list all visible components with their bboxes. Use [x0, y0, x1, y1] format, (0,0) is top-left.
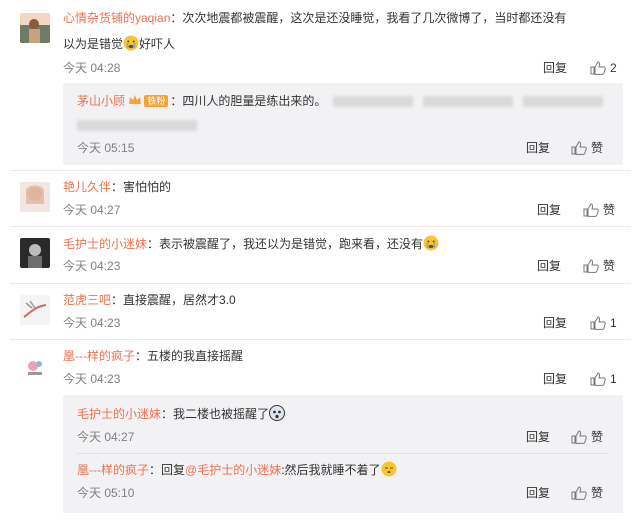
reply-button[interactable]: 回复: [543, 60, 567, 76]
reply-text: ：回复: [149, 463, 186, 477]
blurred-text: [523, 96, 603, 107]
thumbs-up-icon: [583, 203, 599, 217]
comment-text: ：次次地震都被震醒，这次是还没睡觉，我看了几次微博了，当时都还没有: [170, 11, 567, 25]
reply-button[interactable]: 回复: [543, 371, 567, 387]
reply-username[interactable]: 毛护士的小迷妹: [77, 407, 161, 421]
reply-username[interactable]: 凰---样的疯子: [77, 463, 149, 477]
reply-box: 毛护士的小迷妹：我二楼也被摇醒了 今天 04:27 回复 赞 凰---样的疯子：…: [63, 395, 623, 513]
reply-username[interactable]: 茅山小顾: [77, 94, 125, 108]
thumbs-up-icon: [590, 316, 606, 330]
comment-item: 毛护士的小迷妹：表示被震醒了，我还以为是错觉，跑来看，还没有 今天 04:23 …: [0, 226, 641, 282]
mention-link[interactable]: @毛护士的小迷妹: [185, 463, 281, 477]
comment-text-continued: 以为是错觉: [63, 37, 124, 51]
like-button[interactable]: 赞: [583, 202, 615, 218]
reply-label: 回复: [526, 430, 551, 444]
reply-item: 毛护士的小迷妹：我二楼也被摇醒了 今天 04:27 回复 赞: [63, 395, 623, 453]
reply-text: ：四川人的胆量是练出来的。: [170, 94, 327, 108]
sleepy-emoji-icon: [381, 461, 397, 477]
reply-label: 回复: [526, 141, 551, 155]
avatar-image: [23, 300, 47, 318]
comment-item: 范虎三吧：直接震醒，居然才3.0 今天 04:23 回复 1: [0, 283, 641, 339]
thumbs-up-icon: [583, 259, 599, 273]
reply-time: 今天 05:15: [77, 141, 135, 155]
fan-badge: 铁粉: [144, 95, 169, 107]
avatar[interactable]: [20, 352, 50, 382]
like-label: 赞: [603, 203, 616, 217]
comment-username[interactable]: 艳儿久伴: [63, 180, 111, 194]
comment-time: 今天 04:23: [63, 316, 121, 330]
reply-button[interactable]: 回复: [543, 315, 567, 331]
reply-time: 今天 05:10: [77, 486, 135, 500]
like-button[interactable]: 1: [590, 371, 617, 387]
avatar[interactable]: [20, 295, 50, 325]
like-label: 赞: [591, 430, 604, 444]
reply-box: 茅山小顾 铁粉 ：四川人的胆量是练出来的。 今天 05:15 回复 赞: [63, 83, 623, 165]
reply-label: 回复: [543, 372, 568, 386]
blurred-text: [333, 96, 413, 107]
comment-text-after-emoji: 好吓人: [139, 37, 176, 51]
comment-text: ：表示被震醒了，我还以为是错觉，跑来看，还没有: [147, 237, 424, 251]
cry-emoji-icon: [123, 35, 139, 51]
reply-label: 回复: [537, 203, 562, 217]
reply-button[interactable]: 回复: [526, 140, 550, 156]
like-count: 1: [610, 372, 617, 386]
comment-username[interactable]: 凰---样的疯子: [63, 349, 135, 363]
avatar[interactable]: [20, 182, 50, 212]
blurred-text: [77, 120, 197, 131]
like-label: 赞: [603, 259, 616, 273]
reply-button[interactable]: 回复: [537, 258, 561, 274]
comment-username[interactable]: 毛护士的小迷妹: [63, 237, 147, 251]
comment-item: 凰---样的疯子：五楼的我直接摇醒 今天 04:23 回复 1: [0, 339, 641, 395]
reply-time: 今天 04:27: [77, 430, 135, 444]
reply-label: 回复: [526, 486, 551, 500]
reply-label: 回复: [543, 61, 568, 75]
thumbs-up-icon: [590, 61, 606, 75]
reply-button[interactable]: 回复: [526, 429, 550, 445]
comment-text: ：五楼的我直接摇醒: [135, 349, 244, 363]
reply-button[interactable]: 回复: [537, 202, 561, 218]
like-button[interactable]: 赞: [571, 140, 603, 156]
comment-item: 心情杂货铺的yaqian：次次地震都被震醒，这次是还没睡觉，我看了几次微博了，当…: [0, 0, 641, 80]
comment-time: 今天 04:23: [63, 372, 121, 386]
thumbs-up-icon: [590, 372, 606, 386]
reply-button[interactable]: 回复: [526, 485, 550, 501]
comment-username[interactable]: 心情杂货铺的yaqian: [63, 11, 170, 25]
like-count: 1: [610, 316, 617, 330]
cry-emoji-icon: [423, 235, 439, 251]
reply-label: 回复: [537, 259, 562, 273]
reply-text-continued: :然后我就睡不着了: [281, 463, 381, 477]
fan-crown-icon: [129, 95, 142, 104]
comment-username[interactable]: 范虎三吧: [63, 293, 111, 307]
like-label: 赞: [591, 141, 604, 155]
like-button[interactable]: 1: [590, 315, 617, 331]
like-label: 赞: [591, 486, 604, 500]
comment-time: 今天 04:27: [63, 203, 121, 217]
like-count: 2: [610, 61, 617, 75]
comment-text: ：直接震醒，居然才3.0: [111, 293, 236, 307]
thumbs-up-icon: [571, 486, 587, 500]
avatar-image: [29, 19, 40, 43]
comment-text: ：害怕怕的: [111, 180, 172, 194]
like-button[interactable]: 赞: [583, 258, 615, 274]
like-button[interactable]: 2: [590, 60, 617, 76]
comment-time: 今天 04:23: [63, 259, 121, 273]
avatar[interactable]: [20, 13, 50, 43]
reply-label: 回复: [543, 316, 568, 330]
comment-time: 今天 04:28: [63, 61, 121, 75]
avatar-image: [26, 185, 44, 204]
avatar-image: [28, 361, 42, 375]
scared-emoji-icon: [269, 405, 285, 421]
thumbs-up-icon: [571, 430, 587, 444]
like-button[interactable]: 赞: [571, 485, 603, 501]
reply-item: 凰---样的疯子：回复@毛护士的小迷妹:然后我就睡不着了 今天 05:10 回复…: [63, 453, 623, 511]
thumbs-up-icon: [571, 141, 587, 155]
avatar[interactable]: [20, 238, 50, 268]
comment-item: 艳儿久伴：害怕怕的 今天 04:27 回复 赞: [0, 170, 641, 226]
blurred-text: [423, 96, 513, 107]
reply-text: ：我二楼也被摇醒了: [161, 407, 270, 421]
avatar-image: [28, 244, 42, 268]
like-button[interactable]: 赞: [571, 429, 603, 445]
